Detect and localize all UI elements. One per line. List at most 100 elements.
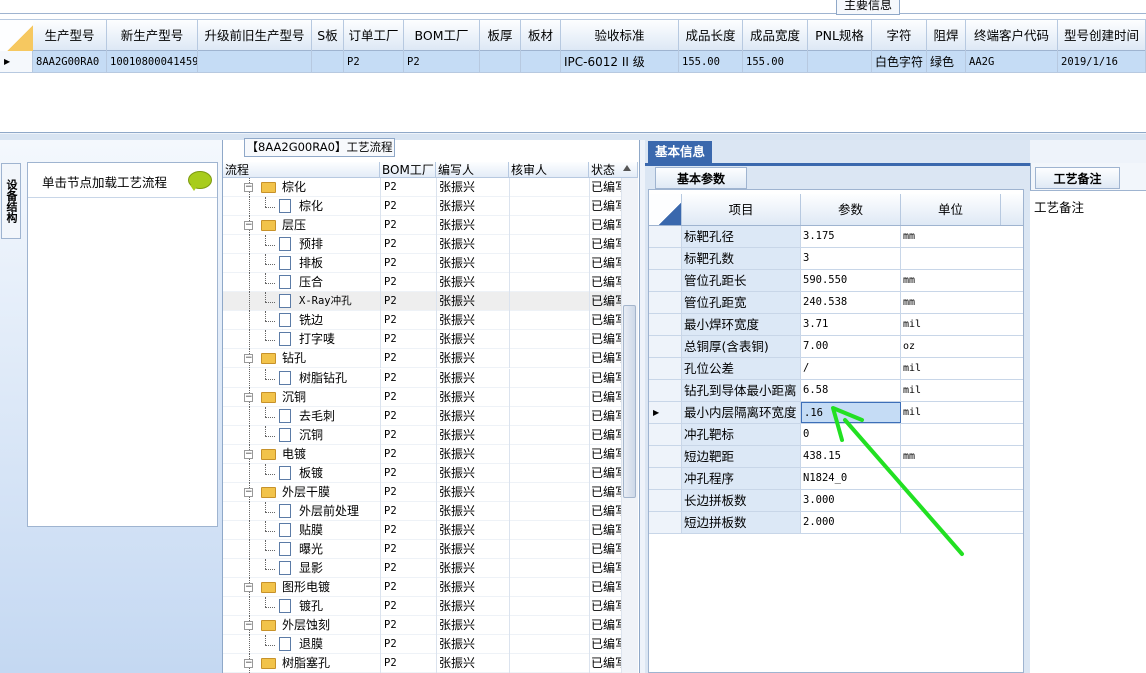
process-column-header-1[interactable]: BOM工厂	[380, 162, 436, 178]
param-value-field[interactable]: N1824_0	[801, 468, 901, 489]
tab-equipment-structure[interactable]: 设备结构	[1, 163, 21, 239]
main-grid-cell-11[interactable]	[808, 51, 872, 72]
param-row[interactable]: 管位孔距宽 240.538 mm	[649, 292, 1023, 314]
process-row[interactable]: X-Ray冲孔 P2 张振兴 已编写	[223, 292, 621, 312]
process-notes-box[interactable]	[1030, 190, 1146, 673]
param-row[interactable]: 短边拼板数 2.000	[649, 512, 1023, 534]
process-row[interactable]: − 沉铜 P2 张振兴 已编写	[223, 387, 621, 407]
param-row[interactable]: 最小焊环宽度 3.71 mil	[649, 314, 1023, 336]
main-grid-cell-10[interactable]: 155.00	[743, 51, 808, 72]
column-header-9[interactable]: 成品长度	[679, 20, 743, 51]
expand-toggle-icon[interactable]: −	[244, 449, 253, 459]
process-row[interactable]: 压合 P2 张振兴 已编写	[223, 273, 621, 293]
param-row[interactable]: 总铜厚(含表铜) 7.00 oz	[649, 336, 1023, 358]
column-header-2[interactable]: 升级前旧生产型号	[198, 20, 312, 51]
column-header-7[interactable]: 板材	[521, 20, 561, 51]
grid-corner[interactable]	[0, 20, 33, 51]
param-value-field[interactable]: 3.71	[801, 314, 901, 335]
process-row[interactable]: 树脂钻孔 P2 张振兴 已编写	[223, 368, 621, 388]
process-row[interactable]: 镀孔 P2 张振兴 已编写	[223, 597, 621, 617]
param-row[interactable]: 孔位公差 / mil	[649, 358, 1023, 380]
tab-process-flow[interactable]: 【8AA2G00RA0】工艺流程	[244, 138, 395, 157]
scroll-up-arrow-icon[interactable]	[623, 165, 631, 171]
process-row[interactable]: − 树脂塞孔 P2 张振兴 已编写	[223, 654, 621, 673]
expand-toggle-icon[interactable]: −	[244, 487, 253, 497]
param-row[interactable]: 标靶孔径 3.175 mm	[649, 226, 1023, 248]
expand-toggle-icon[interactable]: −	[244, 354, 253, 364]
process-row[interactable]: 显影 P2 张振兴 已编写	[223, 559, 621, 578]
main-grid-cell-4[interactable]: P2	[344, 51, 404, 72]
main-grid-cell-12[interactable]: 白色字符	[872, 51, 927, 72]
process-row[interactable]: 预排 P2 张振兴 已编写	[223, 235, 621, 255]
main-grid-cell-6[interactable]	[480, 51, 521, 72]
main-grid-cell-8[interactable]: IPC-6012 II 级	[561, 51, 679, 72]
process-column-header-2[interactable]: 编写人	[436, 162, 509, 178]
main-grid-cell-14[interactable]: AA2G	[966, 51, 1058, 72]
expand-toggle-icon[interactable]: −	[244, 659, 253, 669]
main-grid-cell-2[interactable]	[198, 51, 312, 72]
process-row[interactable]: 铣边 P2 张振兴 已编写	[223, 311, 621, 331]
column-header-3[interactable]: S板	[312, 20, 344, 51]
process-row[interactable]: 外层前处理 P2 张振兴 已编写	[223, 501, 621, 521]
param-row[interactable]: 钻孔到导体最小距离 6.58 mil	[649, 380, 1023, 402]
process-column-header-0[interactable]: 流程	[223, 162, 380, 178]
param-row[interactable]: 短边靶距 438.15 mm	[649, 446, 1023, 468]
process-row[interactable]: − 钻孔 P2 张振兴 已编写	[223, 349, 621, 369]
param-value-field[interactable]: 3	[801, 248, 901, 269]
expand-toggle-icon[interactable]: −	[244, 221, 253, 231]
process-row[interactable]: 打字唛 P2 张振兴 已编写	[223, 330, 621, 350]
equipment-tree[interactable]: 单击节点加载工艺流程	[27, 162, 218, 527]
param-value-field[interactable]: 590.550	[801, 270, 901, 291]
main-grid-cell-13[interactable]: 绿色	[927, 51, 966, 72]
tab-basic-info[interactable]: 基本信息	[648, 141, 712, 163]
column-header-12[interactable]: 字符	[872, 20, 927, 51]
process-row[interactable]: 退膜 P2 张振兴 已编写	[223, 635, 621, 655]
column-header-0[interactable]: 生产型号	[33, 20, 107, 51]
process-row[interactable]: 去毛刺 P2 张振兴 已编写	[223, 406, 621, 426]
tab-basic-params[interactable]: 基本参数	[655, 167, 747, 189]
basic-column-header-2[interactable]: 单位	[901, 194, 1001, 225]
param-value-field[interactable]: 3.175	[801, 226, 901, 247]
expand-toggle-icon[interactable]: −	[244, 392, 253, 402]
column-header-4[interactable]: 订单工厂	[344, 20, 404, 51]
main-grid-row[interactable]: ▶ 8AA2G00RA0 10010800041459 P2 P2 IPC-6012 I…	[0, 51, 1146, 73]
param-value-field[interactable]: 3.000	[801, 490, 901, 511]
column-header-8[interactable]: 验收标准	[561, 20, 679, 51]
param-row[interactable]: 冲孔程序 N1824_0	[649, 468, 1023, 490]
process-row[interactable]: − 棕化 P2 张振兴 已编写	[223, 178, 621, 197]
main-grid-cell-15[interactable]: 2019/1/16	[1058, 51, 1146, 72]
tab-main-info[interactable]: 主要信息	[836, 0, 900, 15]
process-row[interactable]: − 外层干膜 P2 张振兴 已编写	[223, 482, 621, 502]
process-scrollbar-thumb[interactable]	[623, 305, 636, 498]
expand-toggle-icon[interactable]: −	[244, 583, 253, 593]
main-grid-cell-3[interactable]	[312, 51, 344, 72]
param-value-field[interactable]: .16	[801, 402, 901, 423]
main-grid-cell-7[interactable]	[521, 51, 561, 72]
param-value-field[interactable]: /	[801, 358, 901, 379]
tab-process-notes[interactable]: 工艺备注	[1035, 167, 1120, 189]
process-row[interactable]: 曝光 P2 张振兴 已编写	[223, 539, 621, 559]
column-header-1[interactable]: 新生产型号	[107, 20, 198, 51]
process-row[interactable]: − 外层蚀刻 P2 张振兴 已编写	[223, 616, 621, 636]
process-row[interactable]: − 层压 P2 张振兴 已编写	[223, 216, 621, 236]
main-grid-cell-0[interactable]: 8AA2G00RA0	[33, 51, 107, 72]
param-row[interactable]: ▶ 最小内层隔离环宽度 .16 mil	[649, 402, 1023, 424]
expand-toggle-icon[interactable]: −	[244, 183, 253, 192]
param-row[interactable]: 长边拼板数 3.000	[649, 490, 1023, 512]
column-header-15[interactable]: 型号创建时间	[1058, 20, 1146, 51]
column-header-10[interactable]: 成品宽度	[743, 20, 808, 51]
process-row[interactable]: 板镀 P2 张振兴 已编写	[223, 463, 621, 483]
param-value-field[interactable]: 7.00	[801, 336, 901, 357]
column-header-13[interactable]: 阻焊	[927, 20, 966, 51]
grid-corner-basic[interactable]	[649, 194, 682, 225]
expand-toggle-icon[interactable]: −	[244, 621, 253, 631]
process-row[interactable]: − 电镀 P2 张振兴 已编写	[223, 444, 621, 464]
process-row[interactable]: 沉铜 P2 张振兴 已编写	[223, 425, 621, 445]
column-header-5[interactable]: BOM工厂	[404, 20, 480, 51]
column-header-6[interactable]: 板厚	[480, 20, 521, 51]
process-column-header-3[interactable]: 核审人	[509, 162, 589, 178]
param-row[interactable]: 管位孔距长 590.550 mm	[649, 270, 1023, 292]
process-row[interactable]: − 图形电镀 P2 张振兴 已编写	[223, 578, 621, 598]
param-row[interactable]: 标靶孔数 3	[649, 248, 1023, 270]
param-row[interactable]: 冲孔靶标 0	[649, 424, 1023, 446]
